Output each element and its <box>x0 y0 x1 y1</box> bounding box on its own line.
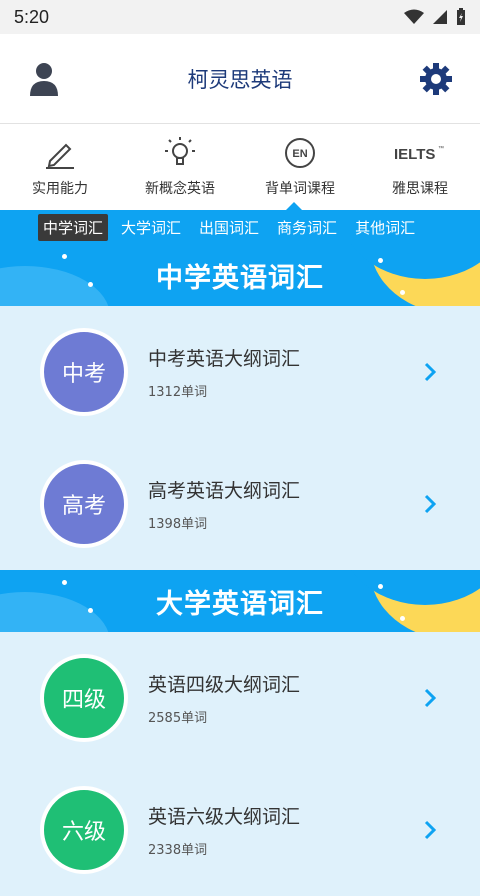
gear-icon <box>420 62 452 95</box>
star-dot <box>378 584 383 589</box>
chevron-right-icon <box>424 362 436 382</box>
list-item-badge: 六级 <box>40 786 128 874</box>
profile-button[interactable] <box>16 51 72 107</box>
list-item[interactable]: 四级 英语四级大纲词汇 2585单词 <box>0 632 480 764</box>
list-item-title: 英语四级大纲词汇 <box>148 674 301 696</box>
list-item-title: 中考英语大纲词汇 <box>148 348 301 370</box>
wifi-icon <box>404 9 424 24</box>
star-dot <box>88 608 93 613</box>
list-item-badge: 中考 <box>40 328 128 416</box>
category-middle-school[interactable]: 中学词汇 <box>38 213 109 241</box>
list-item-count: 2338单词 <box>148 843 208 858</box>
section-banner: 大学英语词汇 <box>0 570 480 632</box>
section-banner: 中学英语词汇 <box>0 244 480 306</box>
settings-button[interactable] <box>408 51 464 107</box>
status-time: 5:20 <box>14 6 50 27</box>
ielts-icon: IELTS ™ <box>394 145 444 163</box>
vocab-list: 四级 英语四级大纲词汇 2585单词 六级 英语六级大纲词汇 2338单词 <box>0 632 480 896</box>
list-item-badge: 四级 <box>40 654 128 742</box>
section-title: 大学英语词汇 <box>156 588 324 620</box>
list-item-badge: 高考 <box>40 460 128 548</box>
list-item[interactable]: 中考 中考英语大纲词汇 1312单词 <box>0 306 480 438</box>
app-header: 柯灵思英语 <box>0 34 480 124</box>
tab-label: 实用能力 <box>32 181 88 197</box>
tab-label: 新概念英语 <box>145 181 215 197</box>
list-item[interactable]: 六级 英语六级大纲词汇 2338单词 <box>0 764 480 896</box>
battery-icon <box>457 8 465 25</box>
tab-label: 雅思课程 <box>392 181 448 197</box>
signal-icon <box>433 10 447 24</box>
tab-ielts[interactable]: IELTS ™ 雅思课程 <box>364 136 476 198</box>
category-business[interactable]: 商务词汇 <box>272 214 342 241</box>
list-item[interactable]: 高考 高考英语大纲词汇 1398单词 <box>0 438 480 570</box>
tab-vocabulary[interactable]: EN 背单词课程 <box>244 136 356 198</box>
tab-label: 背单词课程 <box>265 181 335 197</box>
list-item-count: 2585单词 <box>148 711 208 726</box>
category-bar: 中学词汇 大学词汇 出国词汇 商务词汇 其他词汇 <box>0 210 480 244</box>
ielts-icon-trademark: ™ <box>438 145 444 152</box>
status-icons <box>404 8 466 26</box>
list-item-count: 1398单词 <box>148 517 208 532</box>
star-dot <box>400 616 405 621</box>
category-other[interactable]: 其他词汇 <box>350 214 420 241</box>
active-tab-indicator <box>286 202 302 210</box>
chevron-right-icon <box>424 494 436 514</box>
user-icon <box>30 62 58 96</box>
course-tabs: 实用能力 新概念英语 EN 背单词课程 IELTS ™ 雅思课程 <box>0 124 480 210</box>
tab-practical[interactable]: 实用能力 <box>4 136 116 198</box>
vocab-list: 中考 中考英语大纲词汇 1312单词 高考 高考英语大纲词汇 1398单词 <box>0 306 480 570</box>
tab-new-concept[interactable]: 新概念英语 <box>124 136 236 198</box>
banner-hill-decoration <box>0 592 110 632</box>
list-item-title: 英语六级大纲词汇 <box>148 806 301 828</box>
status-bar: 5:20 <box>0 0 480 34</box>
star-dot <box>62 254 67 259</box>
chevron-right-icon <box>424 820 436 840</box>
pencil-icon <box>46 143 74 169</box>
page-title: 柯灵思英语 <box>187 67 293 92</box>
category-university[interactable]: 大学词汇 <box>116 214 186 241</box>
star-dot <box>62 580 67 585</box>
list-item-count: 1312单词 <box>148 385 208 400</box>
lightbulb-icon <box>165 137 195 165</box>
list-item-title: 高考英语大纲词汇 <box>148 480 301 502</box>
star-dot <box>88 282 93 287</box>
section-title: 中学英语词汇 <box>156 262 324 294</box>
banner-hill-decoration <box>0 266 110 306</box>
chevron-right-icon <box>424 688 436 708</box>
ielts-icon-text: IELTS <box>394 146 435 163</box>
star-dot <box>378 258 383 263</box>
en-icon: EN <box>285 138 315 168</box>
category-abroad[interactable]: 出国词汇 <box>194 214 264 241</box>
star-dot <box>400 290 405 295</box>
en-icon-text: EN <box>292 148 307 160</box>
